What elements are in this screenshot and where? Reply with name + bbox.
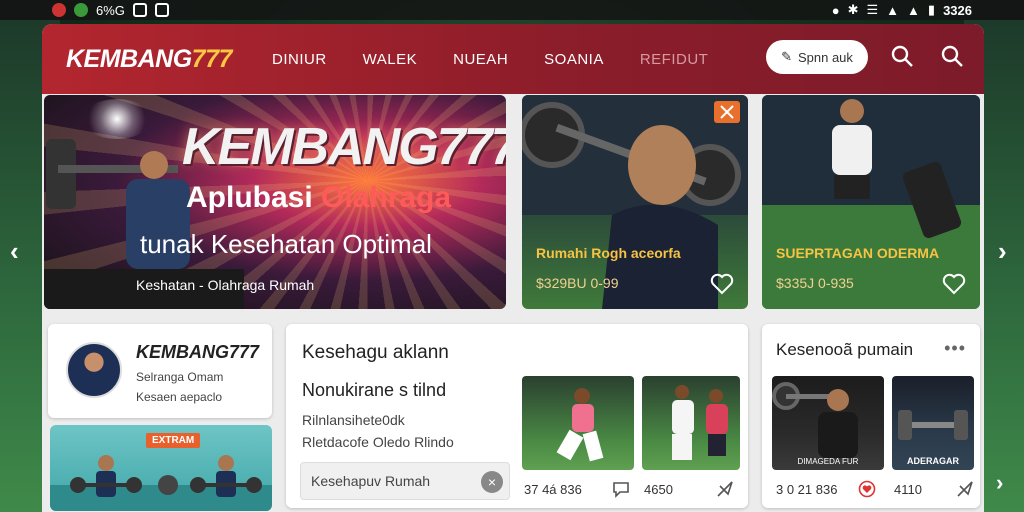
- share-icon[interactable]: [956, 480, 974, 498]
- nav-item[interactable]: DINIUR: [272, 51, 327, 68]
- app-icon: [74, 3, 88, 17]
- thumb-label: DIMAGEDA FUR: [798, 457, 859, 466]
- video-thumbnail[interactable]: DIMAGEDA FUR: [772, 376, 884, 470]
- video-thumbnail[interactable]: ADERAGAR: [892, 376, 974, 470]
- search-input-value: Kesehapuv Rumah: [311, 473, 431, 489]
- vibrate-icon: ☰: [866, 2, 879, 17]
- notification-icon: [132, 3, 147, 17]
- profile-line: Selranga Omam: [136, 370, 224, 384]
- heart-icon[interactable]: [942, 273, 966, 295]
- panel-text: Rletdacofe Oledo Rlindo: [302, 434, 454, 450]
- hero-banner[interactable]: KEMBANG777 Aplubasi Olahraga tunak Keseh…: [44, 95, 506, 309]
- panel-title: Kesenooã pumain: [776, 340, 914, 359]
- profile-title: KEMBANG777: [136, 342, 260, 362]
- logo-number: 777: [191, 44, 233, 73]
- article-panel: Kesehagu aklann Nonukirane s tilnd Rilnl…: [286, 324, 748, 508]
- nav-item[interactable]: REFIDUT: [640, 51, 709, 68]
- carousel-next-icon[interactable]: ›: [998, 236, 1007, 267]
- meta-count: 3 0 21 836: [776, 482, 838, 497]
- profile-line: Kesaen aepaclo: [136, 390, 223, 404]
- heart-icon[interactable]: [858, 480, 876, 498]
- meta-count: 4110: [894, 482, 922, 497]
- share-icon[interactable]: [716, 480, 734, 498]
- video-thumbnail[interactable]: [642, 376, 740, 470]
- hero-caption: Keshatan - Olahraga Rumah: [136, 277, 315, 293]
- more-options-icon[interactable]: •••: [944, 338, 966, 359]
- logo[interactable]: KEMBANG777: [66, 45, 256, 74]
- notification-icon: [154, 3, 169, 17]
- pen-icon: ✎: [781, 49, 792, 64]
- product-card[interactable]: SUEPRTAGAN ODERMA $335J 0-935: [762, 95, 980, 309]
- scroll-next-icon[interactable]: ›: [996, 470, 1003, 496]
- app-window: KEMBANG777 DINIUR WALEK NUEAH SOANIA REF…: [42, 24, 984, 512]
- meta-count: 37 4á 836: [524, 482, 582, 497]
- card-caption: Rumahi Rogh aceorfa: [536, 245, 681, 261]
- hero-title: KEMBANG777: [182, 118, 506, 176]
- wifi-icon: ▲: [886, 2, 900, 18]
- logo-text: KEMBANG: [66, 44, 192, 73]
- player-illustration: [556, 388, 604, 462]
- signin-label: Spnn auk: [797, 49, 853, 65]
- carousel-prev-icon[interactable]: ‹: [10, 236, 19, 267]
- hero-subtitle-accent: Olahraga: [321, 181, 452, 214]
- comment-icon[interactable]: [612, 480, 630, 498]
- card-price: $329BU 0-99: [536, 275, 619, 291]
- clock: 3326: [943, 2, 972, 18]
- meta-count: 4650: [644, 482, 673, 497]
- product-card[interactable]: Rumahi Rogh aceorfa $329BU 0-99: [522, 95, 748, 309]
- weightlifter-illustration: DIMAGEDA FUR: [772, 382, 859, 466]
- avatar: [66, 342, 122, 398]
- search-icon[interactable]: [940, 44, 964, 68]
- panel-subtitle: Nonukirane s tilnd: [302, 380, 447, 400]
- video-panel: Kesenooã pumain ••• DIMAGEDA FUR ADERAGA…: [762, 324, 980, 508]
- hero-tagline: tunak Kesehatan Optimal: [140, 229, 432, 259]
- nav-item[interactable]: SOANIA: [544, 51, 604, 68]
- gym-illustration: [50, 455, 272, 511]
- thumb-label: ADERAGAR: [907, 456, 960, 466]
- status-text: 6%G: [96, 2, 125, 18]
- stadium-light: [82, 99, 152, 139]
- clear-icon[interactable]: ×: [481, 471, 503, 493]
- signin-button[interactable]: ✎ Spnn auk: [766, 40, 868, 74]
- main-nav: DINIUR WALEK NUEAH SOANIA REFIDUT: [272, 51, 708, 68]
- gym-banner[interactable]: EXTRAM: [50, 425, 272, 511]
- location-icon: ●: [831, 2, 840, 18]
- search-icon[interactable]: [890, 44, 914, 68]
- search-input[interactable]: Kesehapuv Rumah ×: [300, 462, 510, 500]
- status-bar: 6%G ● ✱ ☰ ▲ ▲ ▮ 3326: [0, 0, 1024, 20]
- nav-item[interactable]: NUEAH: [453, 51, 508, 68]
- bluetooth-icon: ✱: [847, 2, 859, 17]
- top-navigation-bar: KEMBANG777 DINIUR WALEK NUEAH SOANIA REF…: [42, 24, 984, 94]
- profile-card[interactable]: KEMBANG777 Selranga Omam Kesaen aepaclo: [48, 324, 272, 418]
- video-thumbnail[interactable]: [522, 376, 634, 470]
- hero-subtitle: Aplubasi Olahraga: [186, 181, 451, 215]
- panel-text: Rilnlansihete0dk: [302, 412, 405, 428]
- card-caption: SUEPRTAGAN ODERMA: [776, 245, 940, 261]
- card-price: $335J 0-935: [776, 275, 854, 291]
- nav-item[interactable]: WALEK: [363, 51, 417, 68]
- heart-icon[interactable]: [710, 273, 734, 295]
- player-illustration: [672, 385, 728, 460]
- dumbbell-illustration: ADERAGAR: [898, 410, 968, 466]
- flag-badge-icon[interactable]: [714, 101, 740, 123]
- app-icon: [52, 3, 66, 17]
- hero-subtitle-part: Aplubasi: [186, 181, 322, 214]
- battery-icon: ▮: [927, 2, 936, 17]
- panel-title: Kesehagu aklann: [302, 342, 449, 363]
- signal-icon: ▲: [907, 2, 920, 18]
